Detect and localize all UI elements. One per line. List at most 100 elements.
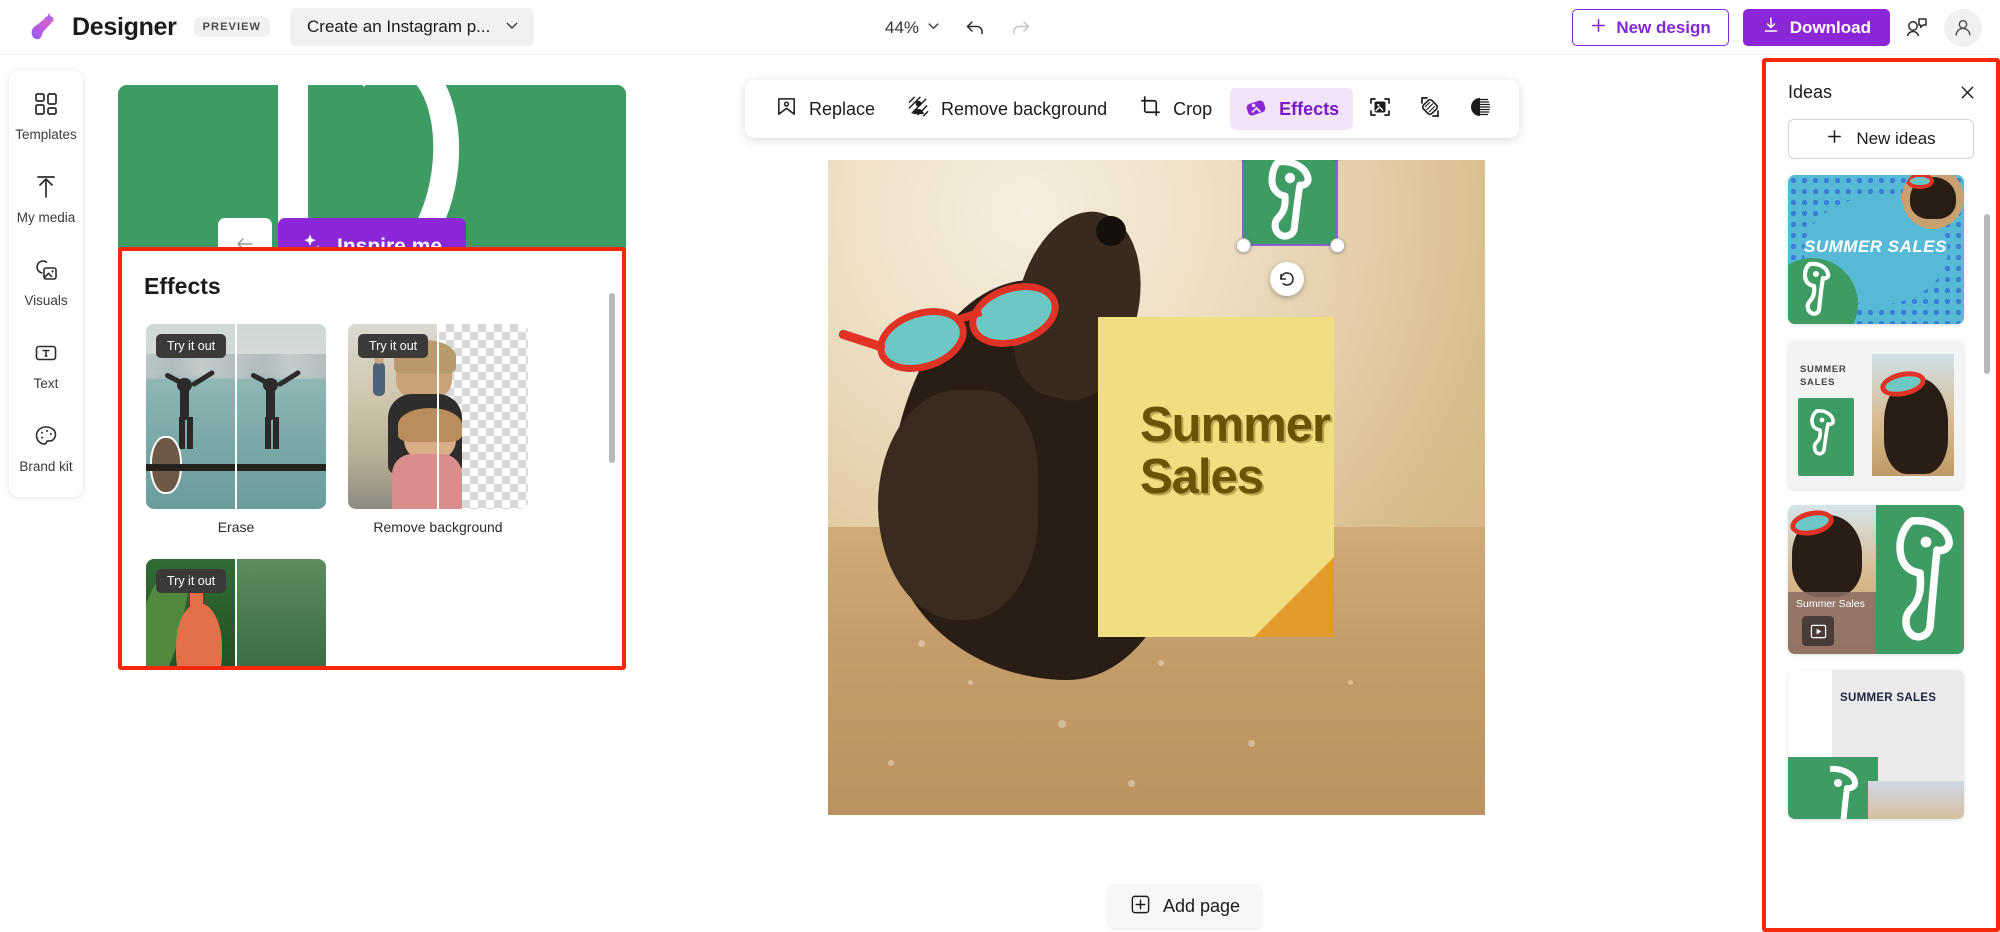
sidebar-item-my-media[interactable]: My media xyxy=(12,169,80,230)
try-it-out-badge: Try it out xyxy=(358,334,428,358)
idea-card[interactable]: SUMMER SALES xyxy=(1788,670,1964,819)
ideas-panel: Ideas New ideas SUMMER SALES xyxy=(1762,58,2000,932)
effect-caption: Remove background xyxy=(348,519,528,535)
try-it-out-badge: Try it out xyxy=(156,334,226,358)
tool-fit-image[interactable] xyxy=(1357,88,1403,130)
undo-button[interactable] xyxy=(963,16,987,40)
effect-thumbnail-flamingo[interactable]: Try it out xyxy=(146,559,326,670)
plus-square-icon xyxy=(1130,894,1151,920)
effects-grid: Try it out Erase xyxy=(146,324,566,670)
idea-headline: Summer Sales xyxy=(1796,598,1865,610)
sidebar-item-label: Text xyxy=(34,376,59,391)
templates-grid-icon xyxy=(33,91,59,122)
project-title-dropdown[interactable]: Create an Instagram p... xyxy=(290,8,534,46)
canvas-headline-text[interactable]: Summer Sales xyxy=(1140,400,1330,504)
download-arrow-icon xyxy=(1762,16,1780,39)
new-design-button[interactable]: New design xyxy=(1572,9,1728,46)
download-label: Download xyxy=(1790,18,1871,38)
plus-icon xyxy=(1826,128,1843,150)
text-box-t-icon xyxy=(33,340,59,371)
ideas-panel-scrollbar[interactable] xyxy=(1984,214,1990,374)
effect-thumbnail-remove-background[interactable]: Try it out xyxy=(348,324,528,509)
ideas-list: SUMMER SALES SUMMERSALES xyxy=(1788,175,1996,819)
canvas-headline-line1: Summer xyxy=(1140,400,1330,452)
designer-wand-logo-icon xyxy=(26,10,60,44)
left-rail: Templates My media Visuals Text xyxy=(9,70,83,497)
image-toolbar: Replace Remove background Crop xyxy=(745,80,1519,138)
chevron-down-icon xyxy=(504,17,520,38)
sidebar-item-text[interactable]: Text xyxy=(12,335,80,396)
tool-label: Replace xyxy=(809,99,875,120)
zoom-group: 44% xyxy=(885,0,1033,55)
ideas-panel-header: Ideas xyxy=(1766,62,1996,103)
new-ideas-button[interactable]: New ideas xyxy=(1788,119,1974,159)
filters-contrast-icon xyxy=(1468,95,1492,124)
brand: Designer PREVIEW xyxy=(26,10,270,44)
resize-handle-bottom-left[interactable] xyxy=(1236,238,1251,253)
sidebar-item-label: Brand kit xyxy=(19,459,72,474)
canvas-selected-bird-logo[interactable] xyxy=(1242,160,1338,246)
tool-filters[interactable] xyxy=(1457,88,1503,130)
tool-replace[interactable]: Replace xyxy=(761,88,889,130)
resize-handle-bottom-right[interactable] xyxy=(1330,238,1345,253)
effects-panel: Effects xyxy=(118,247,626,670)
idea-headline: SUMMER SALES xyxy=(1804,237,1947,257)
redo-button[interactable] xyxy=(1009,16,1033,40)
idea-card[interactable]: SUMMERSALES xyxy=(1788,340,1964,489)
effects-magic-icon xyxy=(1244,95,1268,124)
sidebar-item-visuals[interactable]: Visuals xyxy=(12,252,80,313)
sidebar-item-label: Visuals xyxy=(24,293,67,308)
idea-headline: SUMMER SALES xyxy=(1840,692,1936,704)
replace-image-icon xyxy=(775,95,798,123)
zoom-level: 44% xyxy=(885,18,919,38)
ideas-panel-title: Ideas xyxy=(1788,82,1832,103)
effect-cell-flamingo: Try it out xyxy=(146,559,326,670)
preview-badge: PREVIEW xyxy=(194,17,270,37)
top-bar: Designer PREVIEW Create an Instagram p..… xyxy=(0,0,2000,55)
rotate-handle-icon[interactable] xyxy=(1270,262,1304,296)
idea-card[interactable]: SUMMER SALES xyxy=(1788,175,1964,324)
effect-caption: Erase xyxy=(146,519,326,535)
canvas-dog-ear xyxy=(878,390,1038,620)
design-canvas[interactable]: Summer Sales xyxy=(828,160,1485,815)
effects-panel-title: Effects xyxy=(144,273,622,300)
zoom-dropdown[interactable]: 44% xyxy=(885,18,941,38)
idea-headline-small: SUMMERSALES xyxy=(1800,364,1846,390)
tool-transparency[interactable] xyxy=(1407,88,1453,130)
effect-thumbnail-erase[interactable]: Try it out xyxy=(146,324,326,509)
remove-background-icon xyxy=(907,95,930,123)
new-ideas-label: New ideas xyxy=(1856,129,1935,149)
canvas-headline-line2: Sales xyxy=(1140,452,1330,504)
effects-panel-scrollbar[interactable] xyxy=(609,293,615,463)
new-design-label: New design xyxy=(1616,18,1710,38)
transparency-icon xyxy=(1418,95,1442,124)
sidebar-item-templates[interactable]: Templates xyxy=(12,86,80,147)
tool-effects[interactable]: Effects xyxy=(1230,88,1353,130)
chevron-down-icon xyxy=(926,18,941,38)
tool-label: Crop xyxy=(1173,99,1212,120)
sidebar-item-brand-kit[interactable]: Brand kit xyxy=(12,418,80,479)
add-page-button[interactable]: Add page xyxy=(1108,885,1262,928)
left-panel: Inspire me Effects xyxy=(118,85,626,295)
play-icon[interactable] xyxy=(1802,616,1834,646)
effect-cell-erase: Try it out Erase xyxy=(146,324,326,535)
download-button[interactable]: Download xyxy=(1743,9,1890,46)
tool-crop[interactable]: Crop xyxy=(1125,88,1226,130)
try-it-out-badge: Try it out xyxy=(156,569,226,593)
close-x-icon[interactable] xyxy=(1959,84,1976,101)
brand-name: Designer xyxy=(72,13,177,42)
fit-image-icon xyxy=(1368,95,1392,124)
sidebar-item-label: My media xyxy=(17,210,76,225)
upload-arrow-icon xyxy=(33,174,59,205)
plus-icon xyxy=(1590,17,1607,39)
collaborate-people-icon[interactable] xyxy=(1904,15,1930,41)
tool-label: Effects xyxy=(1279,99,1339,120)
visuals-image-icon xyxy=(33,257,59,288)
tool-remove-background[interactable]: Remove background xyxy=(893,88,1121,130)
tool-label: Remove background xyxy=(941,99,1107,120)
add-page-label: Add page xyxy=(1163,896,1240,917)
project-title: Create an Instagram p... xyxy=(307,17,490,37)
idea-card[interactable]: Summer Sales xyxy=(1788,505,1964,654)
top-right-actions: New design Download xyxy=(1572,0,1982,55)
account-avatar[interactable] xyxy=(1944,9,1982,47)
